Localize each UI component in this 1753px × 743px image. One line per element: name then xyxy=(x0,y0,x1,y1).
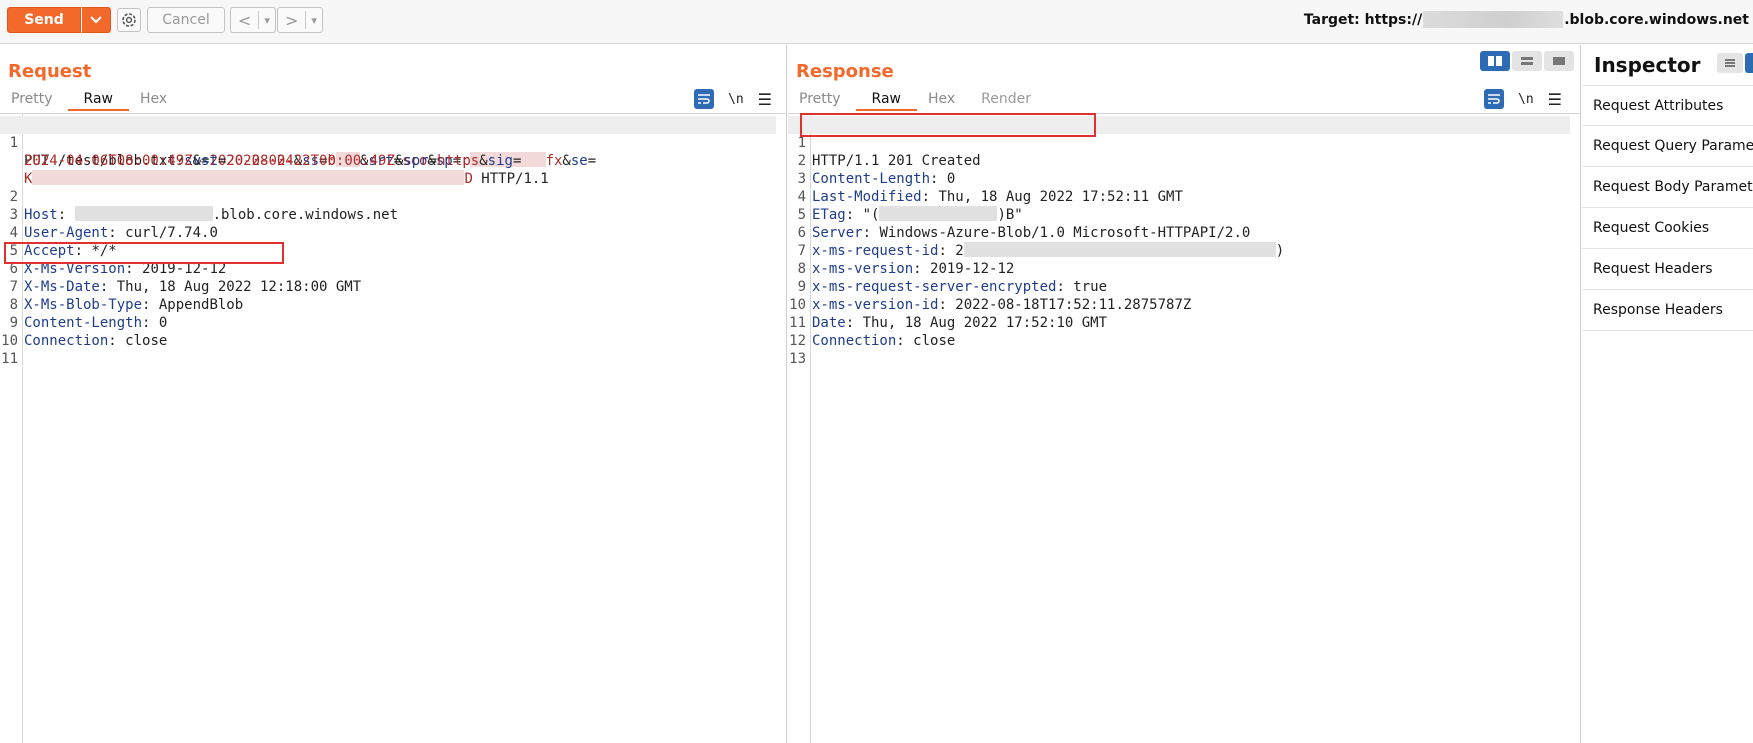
settings-button[interactable] xyxy=(117,8,141,32)
code-line: 4 Accept: */* xyxy=(9,225,117,259)
code-line: 3 Last-Modified: Thu, 18 Aug 2022 17:52:… xyxy=(797,171,1183,205)
response-code: 1 HTTP/1.1 201 Created 2 Content-Length:… xyxy=(788,116,1570,367)
code-line: 10 xyxy=(1,333,18,349)
highlight-box-blob-type xyxy=(4,242,284,264)
response-editor-tools: \n ☰ xyxy=(1484,89,1562,109)
code-line-wrap: KD HTTP/1.1 xyxy=(24,170,549,187)
response-title: Response xyxy=(796,61,894,82)
request-editor-tools: \n ☰ xyxy=(694,89,772,109)
code-line: 3 User-Agent: curl/7.74.0 xyxy=(9,207,218,241)
code-line: 7 x-ms-version: 2019-12-12 xyxy=(797,243,1015,277)
gear-icon xyxy=(122,13,136,27)
hamburger-menu-icon[interactable]: ☰ xyxy=(1548,90,1562,109)
code-line: 10 Date: Thu, 18 Aug 2022 17:52:10 GMT xyxy=(789,297,1108,331)
single-view-icon xyxy=(1553,57,1565,65)
send-button[interactable]: Send xyxy=(7,7,81,33)
toolbar: Send Cancel < ▾ > ▾ Target: https:// .bl… xyxy=(0,0,1753,44)
tab-hex[interactable]: Hex xyxy=(129,89,182,111)
cancel-button[interactable]: Cancel xyxy=(147,7,225,33)
wrap-lines-button[interactable] xyxy=(694,89,714,109)
wrap-lines-icon xyxy=(698,94,710,104)
inspector-panel: Inspector Request Attributes Request Que… xyxy=(1582,45,1753,743)
code-line: 9 x-ms-version-id: 2022-08-18T17:52:11.2… xyxy=(797,279,1192,313)
columns-icon xyxy=(1488,56,1502,66)
code-line: 12 xyxy=(789,333,806,349)
target-prefix: Target: https:// xyxy=(1303,11,1423,28)
back-history-dropdown[interactable]: ▾ xyxy=(259,8,275,32)
request-pane: Request Pretty Raw Hex \n ☰ 1 PUT /test/… xyxy=(0,45,787,743)
code-line: 8 x-ms-request-server-encrypted: true xyxy=(797,261,1108,295)
inspector-request-body-parameters[interactable]: Request Body Parameters xyxy=(1582,167,1753,208)
highlight-box-status-line xyxy=(800,113,1096,137)
code-line: 5 Server: Windows-Azure-Blob/1.0 Microso… xyxy=(797,207,1251,241)
redacted-hostname xyxy=(1423,11,1564,28)
code-line: 8 Content-Length: 0 xyxy=(9,297,168,331)
show-newlines-button[interactable]: \n xyxy=(728,92,744,107)
tab-pretty[interactable]: Pretty xyxy=(0,89,68,111)
code-line: 2 Host: .blob.core.windows.net xyxy=(9,189,399,223)
show-newlines-button[interactable]: \n xyxy=(1518,92,1534,107)
tab-pretty[interactable]: Pretty xyxy=(788,89,856,111)
back-arrow-icon[interactable]: < xyxy=(231,8,258,32)
forward-history-dropdown[interactable]: ▾ xyxy=(306,8,322,32)
code-line: 13 xyxy=(789,351,806,367)
request-tabs: Pretty Raw Hex xyxy=(0,89,182,111)
tab-render[interactable]: Render xyxy=(970,89,1046,111)
code-line: 6 x-ms-request-id: 2) xyxy=(797,225,1285,259)
response-tabs: Pretty Raw Hex Render xyxy=(788,89,1046,111)
tabbed-view-toggle[interactable] xyxy=(1544,51,1574,71)
send-options-button[interactable] xyxy=(81,7,111,33)
split-horizontal-toggle[interactable] xyxy=(1480,51,1510,71)
code-line-wrap: 2024-04-06T08:00:49Z&st=2022-02-22T00:00… xyxy=(24,153,522,169)
inspector-request-headers[interactable]: Request Headers xyxy=(1582,249,1753,290)
request-editor[interactable]: 1 PUT /test/blob.txt?sv=2020-08-04&ss=b &… xyxy=(0,113,786,743)
inspector-request-query-parameters[interactable]: Request Query Parameters xyxy=(1582,126,1753,167)
inspector-list-toggle[interactable] xyxy=(1717,53,1743,73)
hamburger-menu-icon[interactable]: ☰ xyxy=(758,90,772,109)
back-button-group: < ▾ xyxy=(230,7,276,33)
tab-raw[interactable]: Raw xyxy=(67,89,129,111)
code-line: 1 PUT /test/blob.txt?sv=2020-08-04&ss=b &… xyxy=(0,116,776,169)
target-host[interactable]: Target: https:// .blob.core.windows.net xyxy=(1304,11,1749,28)
inspector-response-headers[interactable]: Response Headers xyxy=(1582,290,1753,331)
request-title: Request xyxy=(8,61,92,82)
code-line: 11 xyxy=(1,351,18,367)
code-line: 4 ETag: "()B" xyxy=(797,189,1023,223)
list-icon xyxy=(1725,59,1735,67)
inspector-request-cookies[interactable]: Request Cookies xyxy=(1582,208,1753,249)
rows-icon xyxy=(1521,57,1533,65)
wrap-lines-button[interactable] xyxy=(1484,89,1504,109)
inspector-request-attributes[interactable]: Request Attributes xyxy=(1582,85,1753,126)
chevron-down-icon xyxy=(90,16,102,24)
wrap-lines-icon xyxy=(1488,94,1500,104)
code-line: 9 Connection: close xyxy=(9,315,168,349)
split-vertical-toggle[interactable] xyxy=(1512,51,1542,71)
target-suffix: .blob.core.windows.net xyxy=(1564,11,1749,28)
layout-toggle xyxy=(1480,51,1574,71)
inspector-layout-toggle xyxy=(1717,53,1753,73)
tab-hex[interactable]: Hex xyxy=(917,89,970,111)
forward-button-group: > ▾ xyxy=(277,7,323,33)
forward-arrow-icon[interactable]: > xyxy=(278,8,305,32)
code-line: 5 X-Ms-Version: 2019-12-12 xyxy=(9,243,227,277)
response-editor[interactable]: 1 HTTP/1.1 201 Created 2 Content-Length:… xyxy=(788,113,1580,743)
inspector-sections: Request Attributes Request Query Paramet… xyxy=(1582,85,1753,331)
request-code: 1 PUT /test/blob.txt?sv=2020-08-04&ss=b &… xyxy=(0,116,776,367)
code-line: 11 Connection: close xyxy=(789,315,956,349)
inspector-title: Inspector xyxy=(1594,53,1701,77)
response-pane: Response Pretty Raw Hex Render \n ☰ 1 HT… xyxy=(788,45,1581,743)
inspector-panel-toggle[interactable] xyxy=(1745,53,1753,73)
tab-raw[interactable]: Raw xyxy=(855,89,917,111)
